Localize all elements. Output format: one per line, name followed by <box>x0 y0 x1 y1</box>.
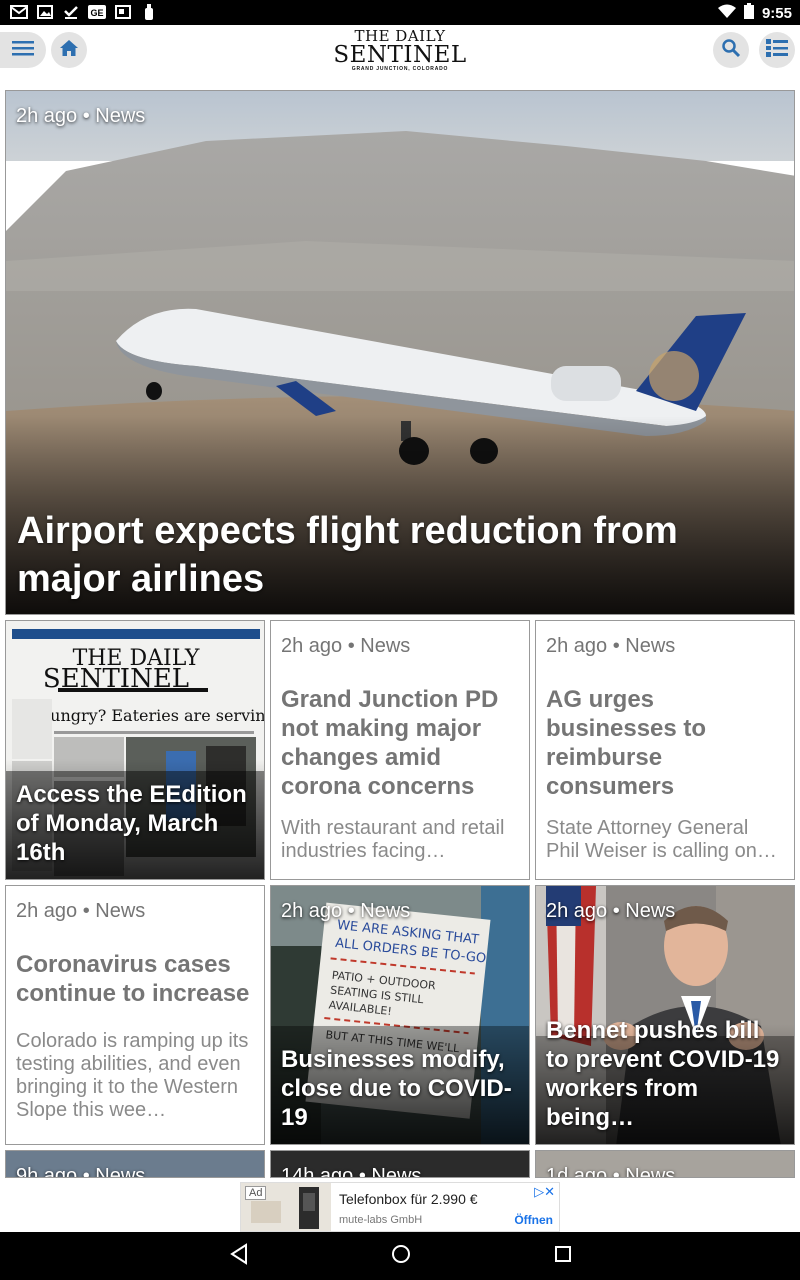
search-button[interactable] <box>713 32 749 68</box>
ge-icon: GE <box>88 4 106 20</box>
card-meta: 14h ago • News <box>281 1165 422 1178</box>
svg-text:Hungry? Eateries are serving: Hungry? Eateries are serving <box>36 706 265 725</box>
home-circle-icon <box>390 1243 412 1270</box>
search-icon <box>721 38 741 63</box>
system-navigation-bar <box>0 1232 800 1280</box>
story-card[interactable]: 9h ago • News <box>5 1150 265 1178</box>
card-meta: 2h ago • News <box>281 635 411 657</box>
card-title[interactable]: Bennet pushes bill to prevent COVID-19 w… <box>546 1016 786 1132</box>
story-card[interactable]: 14h ago • News <box>270 1150 530 1178</box>
battery-icon <box>743 3 754 23</box>
home-button[interactable] <box>51 32 87 68</box>
card-description: State Attorney General Phil Weiser is ca… <box>546 817 777 862</box>
card-meta: 2h ago • News <box>546 900 676 922</box>
image-icon <box>36 4 54 20</box>
card-meta: 1d ago • News <box>546 1165 676 1178</box>
recents-button[interactable] <box>549 1242 577 1270</box>
story-card[interactable]: WE ARE ASKING THAT ALL ORDERS BE TO-GO P… <box>270 885 530 1145</box>
masthead-name: SENTINEL <box>333 42 467 68</box>
svg-text:GE: GE <box>90 8 103 18</box>
ad-advertiser: mute-labs GmbH <box>339 1214 423 1226</box>
card-meta: 9h ago • News <box>16 1165 146 1178</box>
card-title[interactable]: Coronavirus cases continue to increase <box>16 950 256 1008</box>
story-card[interactable]: 1d ago • News <box>535 1150 795 1178</box>
card-meta: 2h ago • News <box>546 635 676 657</box>
download-done-icon <box>62 4 80 20</box>
recents-icon <box>554 1245 572 1268</box>
status-time: 9:55 <box>761 4 792 22</box>
status-bar: GE 9:55 <box>0 0 800 25</box>
home-icon <box>59 39 79 62</box>
wifi-icon <box>717 4 736 23</box>
back-icon <box>229 1242 249 1270</box>
ad-title[interactable]: Telefonbox für 2.990 € <box>339 1191 478 1207</box>
story-card[interactable]: 2h ago • News Grand Junction PD not maki… <box>270 620 530 880</box>
card-meta: 2h ago • News <box>16 900 146 922</box>
bottle-icon <box>140 4 158 20</box>
hamburger-menu-icon <box>12 40 34 61</box>
card-title[interactable]: AG urges businesses to reimburse consume… <box>546 685 786 801</box>
ad-badge: Ad <box>245 1186 267 1200</box>
app-bar: THE DAILY SENTINEL GRAND JUNCTION, COLOR… <box>0 25 800 80</box>
card-description: Colorado is ramping up its testing abili… <box>16 1030 249 1121</box>
news-icon <box>114 4 132 20</box>
story-card[interactable]: 2h ago • News Coronavirus cases continue… <box>5 885 265 1145</box>
gmail-icon <box>10 4 28 20</box>
card-title[interactable]: Businesses modify, close due to COVID-19 <box>281 1045 521 1132</box>
banner-ad[interactable]: Ad Telefonbox für 2.990 € mute-labs GmbH… <box>240 1182 560 1232</box>
story-card[interactable]: 2h ago • News AG urges businesses to rei… <box>535 620 795 880</box>
hero-story-card[interactable]: 2h ago • News Airport expects flight red… <box>5 90 795 615</box>
card-title[interactable]: Access the EEdition of Monday, March 16t… <box>16 780 256 867</box>
story-card[interactable]: 2h ago • News Bennet pushes bill to prev… <box>535 885 795 1145</box>
hero-headline[interactable]: Airport expects flight reduction from ma… <box>17 507 777 603</box>
list-icon <box>766 38 788 62</box>
hero-meta: 2h ago • News <box>16 105 146 127</box>
card-description: With restaurant and retail industries fa… <box>281 817 505 862</box>
card-meta: 2h ago • News <box>281 900 411 922</box>
ad-open-button[interactable]: Öffnen <box>514 1213 553 1227</box>
masthead-logo[interactable]: THE DAILY SENTINEL GRAND JUNCTION, COLOR… <box>326 29 474 73</box>
sections-button[interactable] <box>759 32 795 68</box>
ad-choices-close-icon[interactable]: ▷✕ <box>534 1184 555 1200</box>
back-button[interactable] <box>225 1242 253 1270</box>
eedition-card[interactable]: THE DAILY SENTINEL Hungry? Eateries are … <box>5 620 265 880</box>
menu-button[interactable] <box>0 32 46 68</box>
card-title[interactable]: Grand Junction PD not making major chang… <box>281 685 521 801</box>
home-nav-button[interactable] <box>387 1242 415 1270</box>
